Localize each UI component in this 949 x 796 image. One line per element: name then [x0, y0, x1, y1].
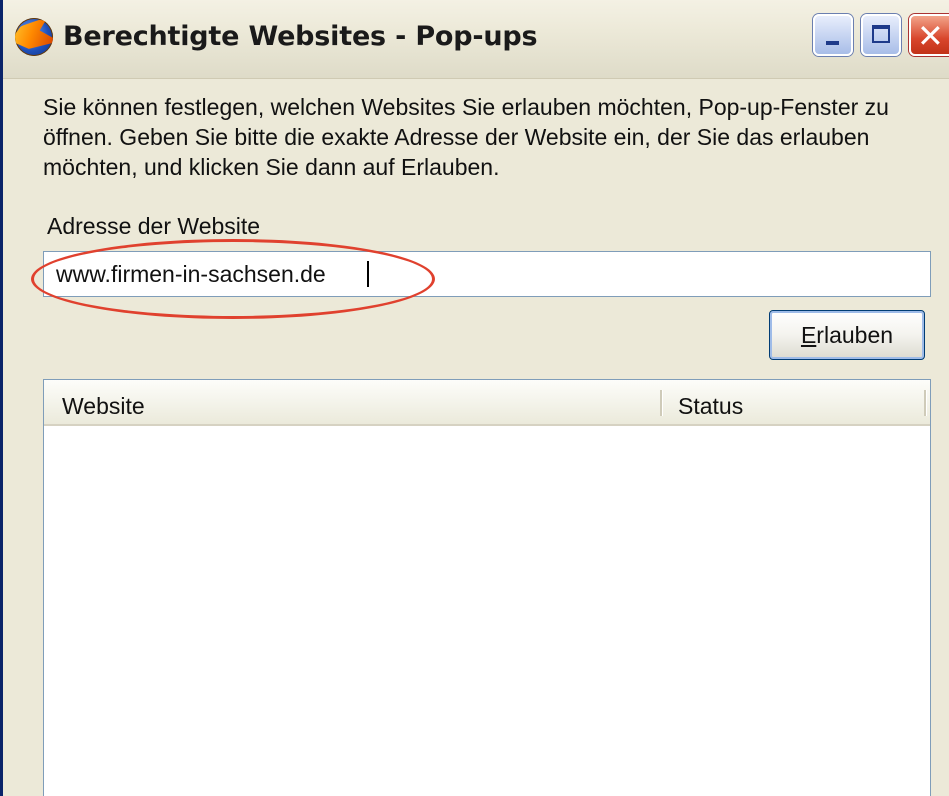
title-bar[interactable]: Berechtigte Websites - Pop-ups ✕ — [3, 0, 949, 79]
column-separator[interactable] — [924, 390, 927, 416]
address-label: Adresse der Website — [47, 213, 261, 239]
text-caret — [367, 261, 369, 287]
address-input[interactable] — [43, 251, 931, 297]
list-header: Website Status — [44, 380, 930, 426]
close-icon: ✕ — [917, 17, 944, 55]
firefox-icon — [15, 18, 53, 56]
allow-button[interactable]: Erlauben — [769, 310, 925, 360]
column-header-website[interactable]: Website — [44, 380, 660, 424]
minimize-button[interactable] — [813, 14, 853, 56]
list-body[interactable] — [44, 426, 930, 796]
maximize-button[interactable] — [861, 14, 901, 56]
column-separator[interactable] — [660, 390, 663, 416]
allowed-sites-list[interactable]: Website Status — [43, 379, 931, 796]
close-button[interactable]: ✕ — [909, 14, 949, 56]
minimize-icon — [826, 41, 839, 45]
window-title: Berechtigte Websites - Pop-ups — [63, 21, 538, 52]
popup-permissions-dialog: Berechtigte Websites - Pop-ups ✕ Sie kön… — [0, 0, 949, 796]
column-header-status[interactable]: Status — [664, 380, 914, 424]
maximize-icon — [872, 25, 890, 43]
description-text: Sie können festlegen, welchen Websites S… — [43, 94, 889, 180]
allow-button-label: rlauben — [816, 322, 894, 348]
allow-button-accesskey: E — [800, 322, 817, 348]
